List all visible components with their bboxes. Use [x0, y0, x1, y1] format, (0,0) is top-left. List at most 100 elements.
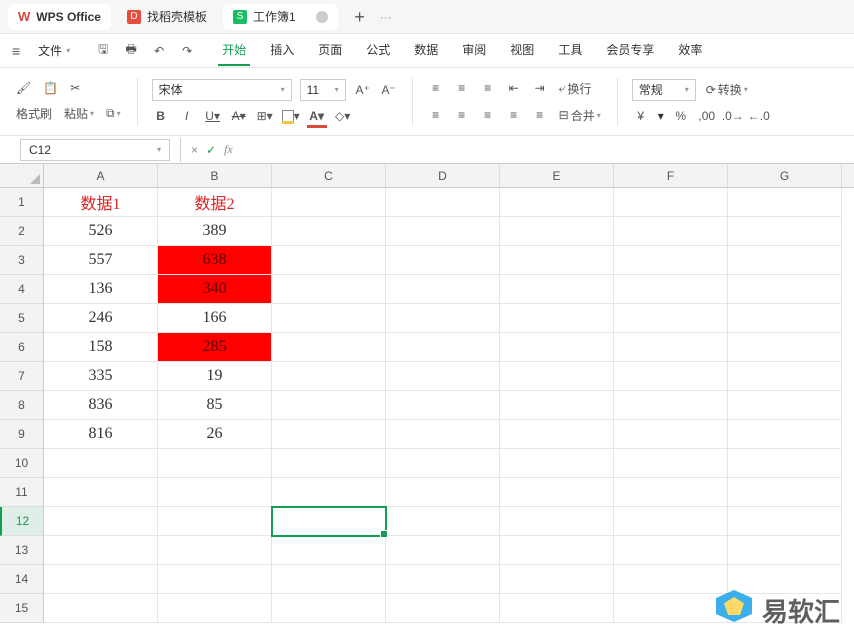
increase-decimal-button[interactable]: .0→: [724, 107, 742, 125]
cell-C15[interactable]: [272, 594, 386, 623]
cell-E13[interactable]: [500, 536, 614, 565]
cell-F9[interactable]: [614, 420, 728, 449]
cell-C1[interactable]: [272, 188, 386, 217]
column-header-E[interactable]: E: [500, 164, 614, 187]
underline-button[interactable]: U▾: [204, 107, 222, 125]
cell-G7[interactable]: [728, 362, 842, 391]
cell-D14[interactable]: [386, 565, 500, 594]
cell-D12[interactable]: [386, 507, 500, 536]
bold-button[interactable]: B: [152, 107, 170, 125]
print-icon[interactable]: 🖶: [122, 42, 140, 60]
cell-D11[interactable]: [386, 478, 500, 507]
new-tab-button[interactable]: +: [350, 8, 370, 26]
decrease-font-icon[interactable]: A⁻: [380, 81, 398, 99]
cancel-formula-button[interactable]: ×: [191, 143, 198, 157]
cell-C7[interactable]: [272, 362, 386, 391]
tab-view[interactable]: 视图: [506, 35, 538, 66]
cell-A11[interactable]: [44, 478, 158, 507]
cell-F2[interactable]: [614, 217, 728, 246]
merge-cells-button[interactable]: ⊟合并▾: [557, 105, 603, 126]
tab-efficiency[interactable]: 效率: [674, 35, 706, 66]
indent-right-icon[interactable]: ⇥: [531, 79, 549, 97]
row-header-13[interactable]: 13: [0, 536, 44, 565]
cell-D9[interactable]: [386, 420, 500, 449]
column-header-C[interactable]: C: [272, 164, 386, 187]
hamburger-icon[interactable]: ≡: [12, 43, 20, 59]
cell-D2[interactable]: [386, 217, 500, 246]
row-header-6[interactable]: 6: [0, 333, 44, 362]
cell-G10[interactable]: [728, 449, 842, 478]
template-tab[interactable]: D 找稻壳模板: [117, 4, 217, 30]
cell-D4[interactable]: [386, 275, 500, 304]
tab-page[interactable]: 页面: [314, 35, 346, 66]
cut-button[interactable]: ✂: [68, 79, 82, 97]
tab-insert[interactable]: 插入: [266, 35, 298, 66]
cell-C6[interactable]: [272, 333, 386, 362]
cell-A15[interactable]: [44, 594, 158, 623]
cell-C4[interactable]: [272, 275, 386, 304]
cell-E9[interactable]: [500, 420, 614, 449]
cell-F11[interactable]: [614, 478, 728, 507]
cell-E8[interactable]: [500, 391, 614, 420]
cell-E2[interactable]: [500, 217, 614, 246]
cell-G3[interactable]: [728, 246, 842, 275]
cell-E14[interactable]: [500, 565, 614, 594]
cell-F3[interactable]: [614, 246, 728, 275]
cell-E7[interactable]: [500, 362, 614, 391]
cell-A12[interactable]: [44, 507, 158, 536]
cell-G11[interactable]: [728, 478, 842, 507]
cell-A6[interactable]: 158: [44, 333, 158, 362]
cell-D1[interactable]: [386, 188, 500, 217]
column-header-F[interactable]: F: [614, 164, 728, 187]
cell-D13[interactable]: [386, 536, 500, 565]
align-middle-icon[interactable]: ≡: [453, 79, 471, 97]
cell-F6[interactable]: [614, 333, 728, 362]
border-button[interactable]: ⊞▾: [256, 107, 274, 125]
cell-C9[interactable]: [272, 420, 386, 449]
cell-F4[interactable]: [614, 275, 728, 304]
row-header-12[interactable]: 12: [0, 507, 44, 536]
cell-B9[interactable]: 26: [158, 420, 272, 449]
cell-A13[interactable]: [44, 536, 158, 565]
cell-A7[interactable]: 335: [44, 362, 158, 391]
cell-A8[interactable]: 836: [44, 391, 158, 420]
cell-C13[interactable]: [272, 536, 386, 565]
increase-font-icon[interactable]: A⁺: [354, 81, 372, 99]
cell-E10[interactable]: [500, 449, 614, 478]
cell-B11[interactable]: [158, 478, 272, 507]
row-header-4[interactable]: 4: [0, 275, 44, 304]
format-painter-button[interactable]: 🖌: [14, 79, 33, 97]
strikethrough-button[interactable]: A▾: [230, 107, 248, 125]
rtl-icon[interactable]: ≡: [531, 106, 549, 124]
cell-E12[interactable]: [500, 507, 614, 536]
cell-F7[interactable]: [614, 362, 728, 391]
row-header-11[interactable]: 11: [0, 478, 44, 507]
align-left-icon[interactable]: ≡: [427, 106, 445, 124]
cell-C11[interactable]: [272, 478, 386, 507]
column-header-D[interactable]: D: [386, 164, 500, 187]
cell-G13[interactable]: [728, 536, 842, 565]
cell-A9[interactable]: 816: [44, 420, 158, 449]
cell-E11[interactable]: [500, 478, 614, 507]
cell-D3[interactable]: [386, 246, 500, 275]
font-size-select[interactable]: 11▾: [300, 79, 346, 101]
cell-G8[interactable]: [728, 391, 842, 420]
row-header-5[interactable]: 5: [0, 304, 44, 333]
row-header-3[interactable]: 3: [0, 246, 44, 275]
save-icon[interactable]: 🖫: [94, 42, 112, 60]
tab-home[interactable]: 开始: [218, 35, 250, 66]
cell-A4[interactable]: 136: [44, 275, 158, 304]
cell-B10[interactable]: [158, 449, 272, 478]
align-right-icon[interactable]: ≡: [479, 106, 497, 124]
align-bottom-icon[interactable]: ≡: [479, 79, 497, 97]
cells-area[interactable]: 数据1数据25263895576381363402461661582853351…: [44, 188, 854, 623]
font-color-button[interactable]: A▾: [308, 107, 326, 125]
formula-input[interactable]: [243, 139, 854, 161]
column-header-A[interactable]: A: [44, 164, 158, 187]
cell-F14[interactable]: [614, 565, 728, 594]
cell-F8[interactable]: [614, 391, 728, 420]
cell-B15[interactable]: [158, 594, 272, 623]
cell-C2[interactable]: [272, 217, 386, 246]
percent-button[interactable]: %: [672, 107, 690, 125]
cell-F13[interactable]: [614, 536, 728, 565]
